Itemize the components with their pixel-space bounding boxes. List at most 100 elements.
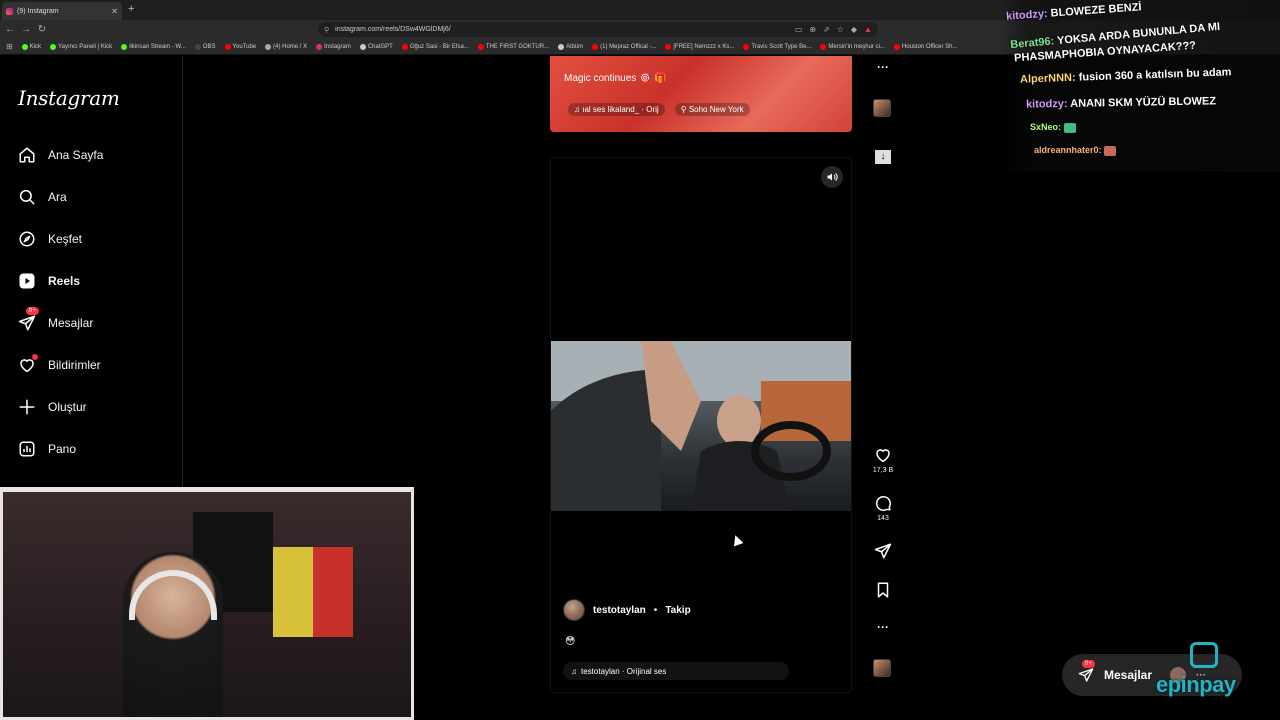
bookmark-item[interactable]: ChatGPT [359, 43, 393, 50]
reload-icon[interactable]: ↻ [36, 24, 48, 35]
bookmark-item[interactable]: (4) Home / X [265, 43, 308, 50]
bookmark-favicon-icon [893, 43, 900, 50]
bookmark-label: ChatGPT [367, 43, 393, 50]
reel-audio-text: testotaylan · Orijinal ses [581, 666, 667, 676]
reels-icon [18, 272, 36, 290]
bookmark-item[interactable]: YouTube [224, 43, 257, 50]
url-text: instagram.com/reels/DSw4WGlDMj6/ [335, 26, 451, 33]
sidebar-item-label: Keşfet [48, 232, 83, 246]
bookmark-star-icon[interactable]: ☆ [837, 25, 844, 34]
bookmark-favicon-icon [21, 43, 28, 50]
extension-shield-icon[interactable]: ◆ [851, 25, 857, 34]
bookmark-label: Houston Officer Sh... [901, 43, 958, 50]
bookmark-label: YouTube [232, 43, 257, 50]
bookmark-label: Travis Scott Type Be... [751, 43, 812, 50]
sidebar-item-dashboard[interactable]: Pano [18, 436, 76, 462]
bookmark-item[interactable]: Albüm [558, 43, 584, 50]
reel-caption: 😳 [565, 636, 576, 647]
sidebar-item-label: Ana Sayfa [48, 148, 104, 162]
bookmark-item[interactable]: Mersin'in meşhur ci... [820, 43, 885, 50]
bookmark-favicon-icon [743, 43, 750, 50]
bookmark-item[interactable]: (1) Mepraz Offical -... [592, 43, 657, 50]
audio-thumbnail[interactable] [873, 659, 891, 677]
reel-meta-row: ♫ ıal ses likaland_ · Orij ⚲ Soho New Yo… [568, 103, 750, 116]
bookmark-item[interactable]: Kick [21, 43, 42, 50]
reel-audio-text: ıal ses likaland_ · Orij [582, 105, 659, 114]
bookmark-label: Instagram [324, 43, 351, 50]
bookmark-item[interactable]: Instagram [316, 43, 351, 50]
screen-share-icon[interactable]: ▭ [795, 25, 803, 34]
volume-button[interactable] [821, 166, 843, 188]
sidebar-item-label: Mesajlar [48, 316, 94, 330]
extension-alert-icon[interactable]: ▲ [864, 25, 872, 34]
bookmark-item[interactable]: OBS [194, 43, 216, 50]
sidebar-item-label: Pano [48, 442, 77, 456]
reel-current[interactable]: testotaylan • Takip 😳 ♫ testotaylan · Or… [550, 157, 852, 693]
chat-message: aldreannhater0: [1034, 145, 1117, 156]
share-button[interactable] [872, 542, 894, 560]
reel-audio-link[interactable]: ♫ ıal ses likaland_ · Orij [568, 103, 665, 116]
sidebar-item-search[interactable]: Ara [18, 184, 67, 210]
zoom-icon[interactable]: ⊕ [809, 25, 816, 34]
bookmark-label: Yayıncı Paneli | Kick [58, 43, 113, 50]
instagram-logo[interactable]: Instagram [18, 86, 120, 110]
bookmark-favicon-icon [224, 43, 231, 50]
more-options[interactable]: ··· [872, 620, 894, 634]
bookmark-favicon-icon [558, 43, 565, 50]
chat-message: kitodzy: BLOWEZE BENZİ [1006, 1, 1142, 22]
dashboard-icon [18, 440, 36, 458]
like-button[interactable]: 17,3 B [872, 446, 894, 474]
more-options-top[interactable]: ··· [872, 60, 894, 74]
next-reel-button[interactable]: ↓ [872, 150, 894, 164]
sidebar-item-create[interactable]: Oluştur [18, 394, 87, 420]
bookmark-item[interactable]: Oğuz Sasi - Bir Efsa... [401, 43, 469, 50]
bookmark-favicon-icon [121, 43, 128, 50]
comment-button[interactable]: 143 [872, 494, 894, 522]
chat-message: AlperNNN: fusion 360 a katılsın bu adam [1020, 66, 1232, 85]
bookmark-favicon-icon [665, 43, 672, 50]
tab-title: (9) Instagram [17, 7, 59, 15]
bookmark-label: (4) Home / X [273, 43, 308, 50]
bookmark-item[interactable]: THE FIRST GOKTUR... [477, 43, 549, 50]
sidebar-item-notifications[interactable]: Bildirimler [18, 352, 101, 378]
back-icon[interactable]: ← [4, 24, 16, 35]
sidebar-item-explore[interactable]: Keşfet [18, 226, 82, 252]
site-info-icon[interactable]: ⚲ [324, 26, 329, 34]
reel-audio-link[interactable]: ♫ testotaylan · Orijinal ses [563, 662, 789, 680]
share-icon[interactable]: ⇗ [823, 25, 830, 34]
heart-icon [18, 354, 38, 374]
browser-tab[interactable]: (9) Instagram ✕ [2, 2, 122, 20]
save-button[interactable] [872, 581, 894, 599]
chat-message: kitodzy: ANANI SKM YÜZÜ BLOWEZ [1026, 95, 1216, 110]
forward-icon[interactable]: → [20, 24, 32, 35]
bookmark-item[interactable]: Travis Scott Type Be... [743, 43, 812, 50]
audio-thumbnail-top[interactable] [873, 99, 891, 117]
bookmark-item[interactable]: Houston Officer Sh... [893, 43, 958, 50]
address-bar[interactable]: ⚲ instagram.com/reels/DSw4WGlDMj6/ ▭ ⊕ ⇗… [318, 22, 878, 37]
emote-icon [1063, 122, 1076, 133]
reel-location-text: Soho New York [688, 105, 744, 114]
bookmark-label: OBS [202, 43, 216, 50]
author-username[interactable]: testotaylan [593, 605, 646, 616]
sidebar-item-messages[interactable]: 9+ Mesajlar [18, 307, 94, 336]
reel-previous[interactable]: Magic continues 🎯 🎁 ♫ ıal ses likaland_ … [550, 56, 852, 132]
sidebar-item-reels[interactable]: Reels [18, 268, 80, 294]
close-tab-icon[interactable]: ✕ [111, 7, 118, 16]
follow-button[interactable]: Takip [665, 605, 690, 616]
bookmark-label: Albüm [566, 43, 584, 50]
sidebar-item-home[interactable]: Ana Sayfa [18, 142, 103, 168]
bookmark-item[interactable]: [FREE] Nemzzz x Ks... [665, 43, 734, 50]
reel-video[interactable] [551, 341, 851, 511]
messages-badge: 9+ [1082, 660, 1095, 668]
chat-text: fusion 360 a katılsın bu adam [1078, 66, 1232, 84]
messenger-icon: 9+ [18, 307, 39, 332]
reel-location-link[interactable]: ⚲ Soho New York [674, 103, 750, 116]
bookmark-favicon-icon [194, 43, 201, 50]
apps-grid-icon[interactable]: ⊞ [6, 42, 13, 51]
author-avatar[interactable] [563, 599, 585, 621]
bookmark-item[interactable]: Yayıncı Paneli | Kick [50, 43, 113, 50]
bookmark-item[interactable]: ilkinsan Stream - W... [121, 43, 186, 50]
new-tab-button[interactable]: + [128, 3, 134, 15]
bookmark-label: (1) Mepraz Offical -... [600, 43, 657, 50]
bookmark-label: Kick [29, 43, 42, 50]
